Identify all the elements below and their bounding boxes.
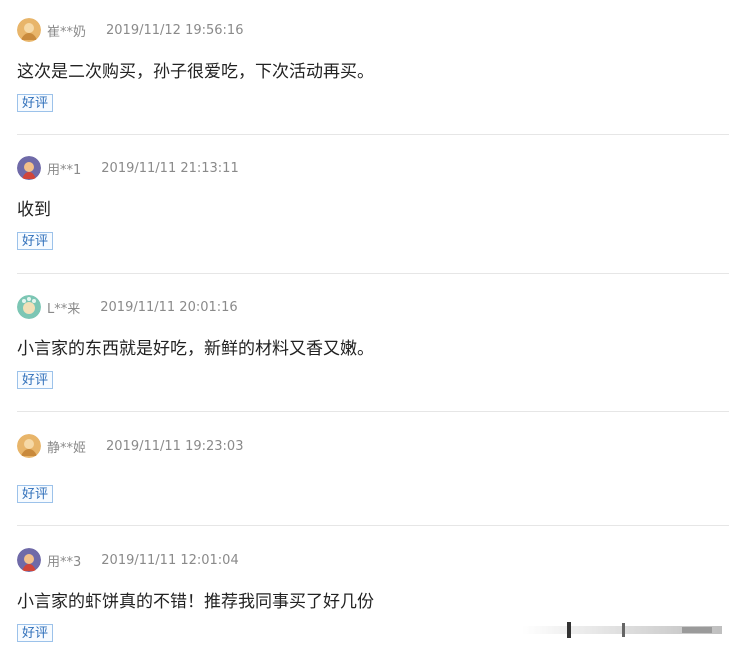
teal-avatar-icon xyxy=(17,295,41,319)
reviewer-name: 静**姬 xyxy=(47,440,87,456)
rating-tag: 好评 xyxy=(17,94,54,112)
review-header: 用**1 2019/11/11 21:13:11 xyxy=(17,155,239,181)
horizontal-scrollbar[interactable] xyxy=(522,620,722,640)
review-header: 崔**奶 2019/11/12 19:56:16 xyxy=(17,17,243,43)
purple-avatar-icon xyxy=(17,548,41,572)
divider xyxy=(17,525,729,526)
rating-tag: 好评 xyxy=(17,232,54,250)
divider xyxy=(17,411,729,412)
reviewer-name: 用**1 xyxy=(47,162,82,178)
review-time: 2019/11/11 20:01:16 xyxy=(100,299,238,315)
orange-avatar-icon xyxy=(17,434,41,458)
review-text: 小言家的虾饼真的不错！推荐我同事买了好几份 xyxy=(17,592,374,612)
purple-avatar-icon xyxy=(17,156,41,180)
reviewer-name: 用**3 xyxy=(47,554,82,570)
rating-tag: 好评 xyxy=(17,624,54,642)
review-header: L**来 2019/11/11 20:01:16 xyxy=(17,294,238,320)
review-time: 2019/11/12 19:56:16 xyxy=(106,22,244,38)
reviewer-name: 崔**奶 xyxy=(47,24,87,40)
review-text: 这次是二次购买，孙子很爱吃，下次活动再买。 xyxy=(17,62,374,82)
rating-tag: 好评 xyxy=(17,371,54,389)
reviewer-name: L**来 xyxy=(47,301,81,317)
review-header: 静**姬 2019/11/11 19:23:03 xyxy=(17,433,243,459)
review-header: 用**3 2019/11/11 12:01:04 xyxy=(17,547,239,573)
rating-tag: 好评 xyxy=(17,485,54,503)
divider xyxy=(17,273,729,274)
divider xyxy=(17,134,729,135)
review-text: 收到 xyxy=(17,200,51,220)
review-time: 2019/11/11 12:01:04 xyxy=(101,552,239,568)
review-time: 2019/11/11 19:23:03 xyxy=(106,438,244,454)
orange-avatar-icon xyxy=(17,18,41,42)
review-text: 小言家的东西就是好吃，新鲜的材料又香又嫩。 xyxy=(17,339,374,359)
review-time: 2019/11/11 21:13:11 xyxy=(101,160,239,176)
